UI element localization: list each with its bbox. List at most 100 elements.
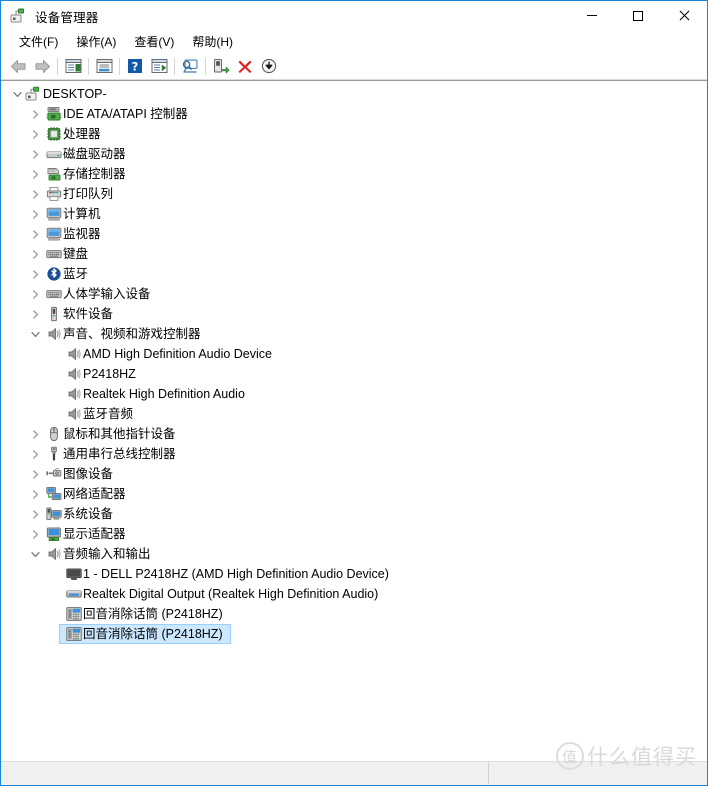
software-device-icon xyxy=(46,306,62,322)
device-tree: DESKTOP- IDE ATA/ATAPI 控制器 处理器 磁盘驱动器 存储控… xyxy=(1,81,707,644)
enable-device-button[interactable] xyxy=(209,55,233,77)
menu-help[interactable]: 帮助(H) xyxy=(183,31,242,53)
usb-icon xyxy=(46,446,62,462)
chevron-down-icon[interactable] xyxy=(28,544,42,564)
properties-icon xyxy=(96,59,112,73)
tree-item[interactable]: 音频输入和输出 xyxy=(1,544,707,564)
tree-item[interactable]: 监视器 xyxy=(1,224,707,244)
chevron-right-icon[interactable] xyxy=(28,264,42,284)
tree-item[interactable]: 通用串行总线控制器 xyxy=(1,444,707,464)
tree-item[interactable]: 回音消除话筒 (P2418HZ) xyxy=(1,604,707,624)
chevron-right-icon[interactable] xyxy=(28,524,42,544)
enable-icon xyxy=(213,59,229,74)
forward-button[interactable] xyxy=(30,55,54,77)
tree-item-label: 存储控制器 xyxy=(63,167,126,181)
tree-item[interactable]: 显示适配器 xyxy=(1,524,707,544)
chevron-right-icon[interactable] xyxy=(28,144,42,164)
tree-item[interactable]: P2418HZ xyxy=(1,364,707,384)
mouse-icon xyxy=(46,426,62,442)
tree-item[interactable]: 计算机 xyxy=(1,204,707,224)
tree-item-label: 蓝牙 xyxy=(63,267,89,281)
disk-drive-icon xyxy=(46,146,62,162)
chevron-right-icon[interactable] xyxy=(28,464,42,484)
tree-item[interactable]: AMD High Definition Audio Device xyxy=(1,344,707,364)
chevron-right-icon[interactable] xyxy=(28,224,42,244)
camera-icon xyxy=(46,466,62,482)
tree-item-label: 系统设备 xyxy=(63,507,114,521)
tree-item-label: 网络适配器 xyxy=(63,487,126,501)
chevron-right-icon[interactable] xyxy=(28,184,42,204)
tree-item[interactable]: 图像设备 xyxy=(1,464,707,484)
tree-item-label: 软件设备 xyxy=(63,307,114,321)
tree-item[interactable]: 1 - DELL P2418HZ (AMD High Definition Au… xyxy=(1,564,707,584)
tree-item[interactable]: 软件设备 xyxy=(1,304,707,324)
device-tree-pane[interactable]: DESKTOP- IDE ATA/ATAPI 控制器 处理器 磁盘驱动器 存储控… xyxy=(1,80,707,761)
chevron-right-icon[interactable] xyxy=(28,164,42,184)
tree-item[interactable]: 存储控制器 xyxy=(1,164,707,184)
chevron-right-icon[interactable] xyxy=(28,304,42,324)
tree-item[interactable]: 鼠标和其他指针设备 xyxy=(1,424,707,444)
speaker-icon xyxy=(66,386,82,402)
chevron-down-icon[interactable] xyxy=(10,84,24,104)
speaker-icon xyxy=(46,546,62,562)
tree-item[interactable]: Realtek High Definition Audio xyxy=(1,384,707,404)
uninstall-device-button[interactable] xyxy=(233,55,257,77)
maximize-button[interactable] xyxy=(615,1,661,30)
minimize-button[interactable] xyxy=(569,1,615,30)
tree-item-label: 打印队列 xyxy=(63,187,114,201)
tree-item[interactable]: 蓝牙音频 xyxy=(1,404,707,424)
menu-file[interactable]: 文件(F) xyxy=(10,31,67,53)
help-button[interactable]: ? xyxy=(123,55,147,77)
chevron-right-icon[interactable] xyxy=(28,104,42,124)
disable-device-button[interactable] xyxy=(257,55,281,77)
menu-action[interactable]: 操作(A) xyxy=(67,31,125,53)
back-button[interactable] xyxy=(6,55,30,77)
toolbar: ? xyxy=(1,53,707,80)
chevron-right-icon[interactable] xyxy=(28,124,42,144)
chevron-right-icon[interactable] xyxy=(28,424,42,444)
device-manager-window: 设备管理器 文件(F) 操作(A) 查看(V) 帮助(H) ? DESKTOP-… xyxy=(0,0,708,786)
status-bar xyxy=(1,761,707,785)
chevron-right-icon[interactable] xyxy=(28,444,42,464)
tree-item[interactable]: 磁盘驱动器 xyxy=(1,144,707,164)
chevron-right-icon[interactable] xyxy=(28,244,42,264)
speaker-icon xyxy=(66,346,82,362)
hid-icon xyxy=(46,286,62,302)
close-button[interactable] xyxy=(661,1,707,30)
tree-item-label: 计算机 xyxy=(63,207,101,221)
update-driver-button[interactable] xyxy=(147,55,171,77)
help-icon: ? xyxy=(128,59,142,73)
chevron-right-icon[interactable] xyxy=(28,484,42,504)
tree-item[interactable]: 键盘 xyxy=(1,244,707,264)
speaker-icon xyxy=(46,326,62,342)
tree-pane-icon xyxy=(65,59,81,73)
computer-root-icon xyxy=(25,86,41,102)
tree-item-label: 显示适配器 xyxy=(63,527,126,541)
chevron-right-icon[interactable] xyxy=(28,504,42,524)
properties-button[interactable] xyxy=(92,55,116,77)
show-hide-console-tree-button[interactable] xyxy=(61,55,85,77)
chevron-right-icon[interactable] xyxy=(28,284,42,304)
tree-item[interactable]: DESKTOP- xyxy=(1,84,707,104)
monitor-icon xyxy=(46,226,62,242)
menu-view[interactable]: 查看(V) xyxy=(125,31,183,53)
tree-item[interactable]: 人体学输入设备 xyxy=(1,284,707,304)
tree-item[interactable]: 回音消除话筒 (P2418HZ) xyxy=(1,624,707,644)
tree-item-label: 图像设备 xyxy=(63,467,114,481)
tree-item[interactable]: 网络适配器 xyxy=(1,484,707,504)
tree-item-label: DESKTOP- xyxy=(43,87,107,101)
chevron-right-icon[interactable] xyxy=(28,204,42,224)
tree-item[interactable]: 系统设备 xyxy=(1,504,707,524)
tree-item[interactable]: 声音、视频和游戏控制器 xyxy=(1,324,707,344)
arrow-left-icon xyxy=(10,59,25,73)
tree-item[interactable]: 蓝牙 xyxy=(1,264,707,284)
tree-item[interactable]: Realtek Digital Output (Realtek High Def… xyxy=(1,584,707,604)
computer-icon xyxy=(46,206,62,222)
tree-item[interactable]: 处理器 xyxy=(1,124,707,144)
tree-item[interactable]: 打印队列 xyxy=(1,184,707,204)
chevron-down-icon[interactable] xyxy=(28,324,42,344)
tree-item-label: 人体学输入设备 xyxy=(63,287,151,301)
tree-item-label: 通用串行总线控制器 xyxy=(63,447,176,461)
scan-hardware-changes-button[interactable] xyxy=(178,55,202,77)
tree-item[interactable]: IDE ATA/ATAPI 控制器 xyxy=(1,104,707,124)
